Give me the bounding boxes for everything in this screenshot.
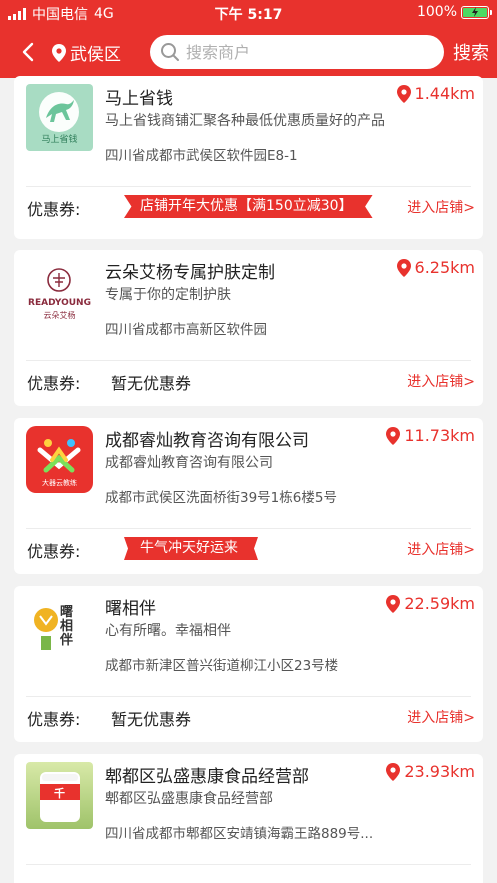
shop-card[interactable]: READYOUNG 云朵艾杨 云朵艾杨专属护肤定制 专属于你的定制护肤 四川省成… xyxy=(14,250,483,406)
shop-card[interactable]: 马上省钱 马上省钱 马上省钱商铺汇聚各种最低优惠质量好的产品，无论... 四川省… xyxy=(14,76,483,239)
shop-logo-text: 大器云教练 xyxy=(42,479,77,487)
divider xyxy=(26,696,471,697)
location-selector[interactable]: 武侯区 xyxy=(52,40,121,65)
shop-logo-text: 千 xyxy=(54,787,65,800)
shop-address: 四川省成都市高新区软件园 xyxy=(105,322,267,338)
enter-shop-link[interactable]: 进入店铺> xyxy=(407,197,475,217)
distance-value: 1.44km xyxy=(414,84,475,103)
enter-shop-link[interactable]: 进入店铺> xyxy=(407,707,475,727)
shop-address: 四川省成都市郫都区安靖镇海霸王路889号... xyxy=(105,826,374,842)
shop-card[interactable]: 曙相伴 曙相伴 心有所曙。幸福相伴 成都市新津区普兴街道柳江小区23号楼 22.… xyxy=(14,586,483,742)
location-pin-icon xyxy=(386,762,401,781)
distance-value: 23.93km xyxy=(404,762,475,781)
coupon-label: 优惠券: xyxy=(27,542,81,561)
shop-distance: 22.59km xyxy=(386,594,475,613)
enter-shop-link[interactable]: 进入店铺> xyxy=(407,371,475,391)
battery-percent: 100% xyxy=(416,4,457,20)
shop-logo-text: 曙相伴 xyxy=(60,605,74,648)
shop-address: 成都市新津区普兴街道柳江小区23号楼 xyxy=(105,658,339,674)
top-navbar: 武侯区 搜索 xyxy=(0,26,497,78)
divider xyxy=(26,360,471,361)
shop-description: 郫都区弘盛惠康食品经营部 xyxy=(105,791,273,807)
shop-name: 成都睿灿教育咨询有限公司 xyxy=(105,431,309,451)
shop-logo: 马上省钱 xyxy=(26,84,93,151)
divider xyxy=(26,528,471,529)
location-pin-icon xyxy=(396,84,411,103)
coupon-label: 优惠券: xyxy=(27,374,81,393)
shop-card[interactable]: 千 郫都区弘盛惠康食品经营部 郫都区弘盛惠康食品经营部 四川省成都市郫都区安靖镇… xyxy=(14,754,483,883)
search-button[interactable]: 搜索 xyxy=(453,39,489,65)
status-bar: 中国电信 4G 下午 5:17 100% xyxy=(0,0,497,26)
shop-logo: READYOUNG 云朵艾杨 xyxy=(26,258,93,325)
enter-shop-link[interactable]: 进入店铺> xyxy=(407,539,475,559)
no-coupon-text: 暂无优惠券 xyxy=(111,374,192,393)
shop-logo: 大器云教练 xyxy=(26,426,93,493)
chevron-left-icon xyxy=(22,42,34,62)
shop-description: 成都睿灿教育咨询有限公司 xyxy=(105,455,273,471)
shop-description: 专属于你的定制护肤 xyxy=(105,287,231,303)
location-label: 武侯区 xyxy=(70,45,121,65)
distance-value: 22.59km xyxy=(404,594,475,613)
shop-description: 马上省钱商铺汇聚各种最低优惠质量好的产品，无论... xyxy=(105,113,385,129)
location-pin-icon xyxy=(386,426,401,445)
no-coupon-text: 暂无优惠券 xyxy=(111,710,192,729)
shop-distance: 1.44km xyxy=(396,84,475,103)
shop-distance: 6.25km xyxy=(396,258,475,277)
shop-name: 曙相伴 xyxy=(105,599,156,619)
shop-name: 郫都区弘盛惠康食品经营部 xyxy=(105,767,309,787)
divider xyxy=(26,186,471,187)
coupon-label: 优惠券: xyxy=(27,200,81,219)
shop-logo: 千 xyxy=(26,762,93,829)
shop-logo: 曙相伴 xyxy=(26,594,93,661)
search-input[interactable] xyxy=(186,42,416,62)
coupon-label: 优惠券: xyxy=(27,710,81,729)
battery-icon xyxy=(461,5,492,19)
battery-info: 100% xyxy=(416,4,492,20)
search-box[interactable] xyxy=(150,35,444,69)
shop-description: 心有所曙。幸福相伴 xyxy=(105,623,231,639)
distance-value: 6.25km xyxy=(414,258,475,277)
shop-logo-subtext: 云朵艾杨 xyxy=(43,311,76,320)
divider xyxy=(26,864,471,865)
coupon-tag[interactable]: 牛气冲天好运来 xyxy=(124,537,258,560)
location-pin-icon xyxy=(52,43,66,62)
shop-address: 成都市武侯区洗面桥街39号1栋6楼5号 xyxy=(105,490,337,506)
shop-distance: 11.73km xyxy=(386,426,475,445)
shop-logo-text: READYOUNG xyxy=(28,298,91,308)
shop-distance: 23.93km xyxy=(386,762,475,781)
shop-logo-text: 马上省钱 xyxy=(41,135,78,145)
distance-value: 11.73km xyxy=(404,426,475,445)
search-icon xyxy=(161,43,179,61)
shop-address: 四川省成都市武侯区软件园E8-1 xyxy=(105,148,298,164)
location-pin-icon xyxy=(396,258,411,277)
coupon-tag[interactable]: 店铺开年大优惠【满150立减30】 xyxy=(124,195,373,218)
back-button[interactable] xyxy=(14,38,42,66)
location-pin-icon xyxy=(386,594,401,613)
shop-card[interactable]: 大器云教练 成都睿灿教育咨询有限公司 成都睿灿教育咨询有限公司 成都市武侯区洗面… xyxy=(14,418,483,574)
shop-name: 云朵艾杨专属护肤定制 xyxy=(105,263,275,283)
shop-name: 马上省钱 xyxy=(105,89,173,109)
